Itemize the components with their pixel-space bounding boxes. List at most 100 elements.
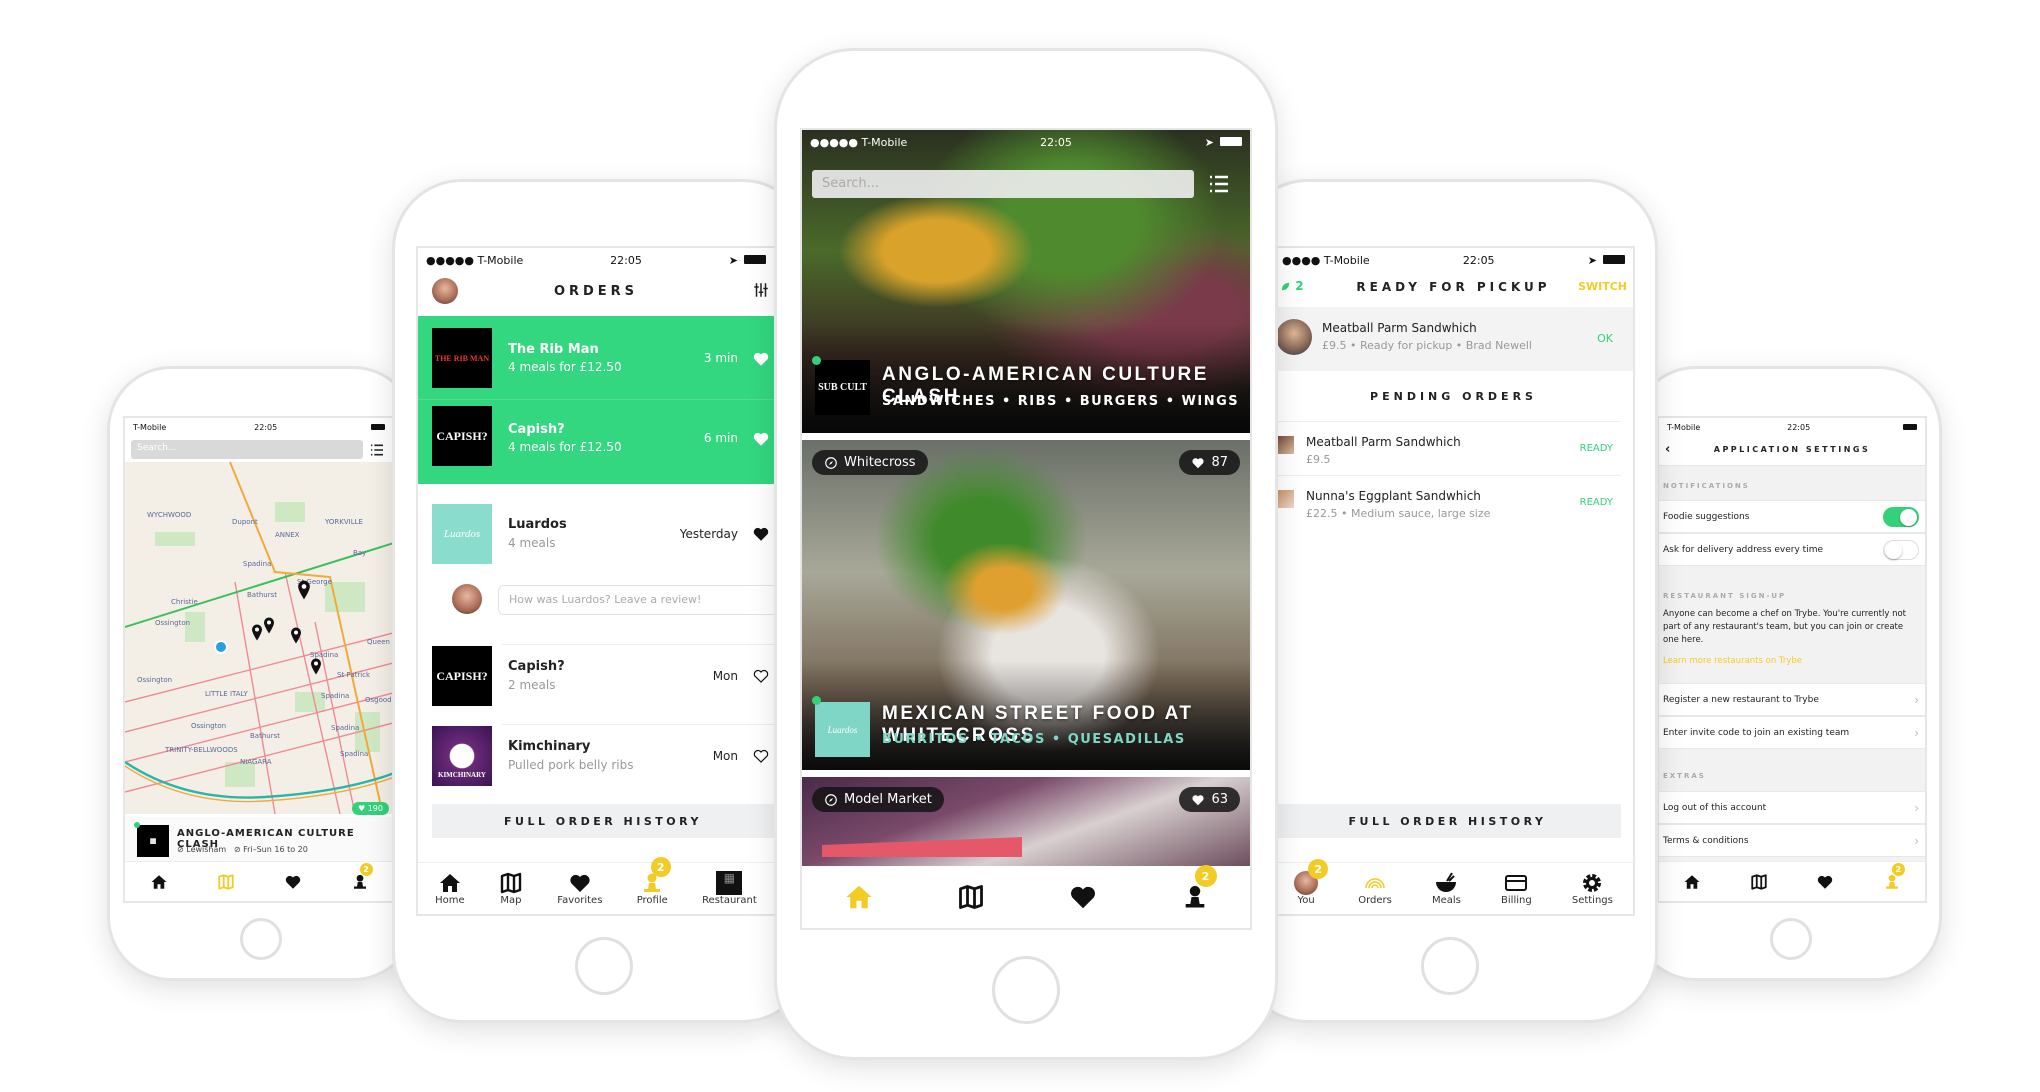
order-row[interactable]: KIMCHINARY Kimchinary Pulled pork belly … bbox=[432, 724, 774, 786]
heart-icon[interactable] bbox=[752, 525, 770, 543]
battery-icon: ➤ bbox=[729, 254, 766, 267]
filter-icon[interactable] bbox=[752, 281, 770, 299]
tab-favorites[interactable] bbox=[1068, 882, 1098, 912]
clock: 22:05 bbox=[610, 254, 642, 267]
heart-outline-icon[interactable] bbox=[752, 747, 770, 765]
search-input[interactable]: Search... bbox=[131, 440, 363, 459]
tab-you[interactable]: You 2 bbox=[1294, 859, 1329, 906]
search-input[interactable]: Search... bbox=[812, 170, 1194, 198]
orders-screen: ●●●●● T-Mobile 22:05 ➤ ORDERS THE RIB MA… bbox=[416, 246, 776, 916]
orders-signal-icon bbox=[1363, 871, 1387, 895]
learn-more-link[interactable]: Learn more restaurants on Trybe bbox=[1663, 656, 1802, 666]
order-name: Luardos bbox=[508, 517, 567, 532]
order-name: Meatball Parm Sandwhich bbox=[1322, 321, 1477, 335]
tab-bar: 2 bbox=[802, 865, 1250, 928]
list-icon[interactable] bbox=[369, 442, 385, 458]
tab-favorites[interactable] bbox=[284, 873, 302, 891]
tab-orders[interactable]: Orders bbox=[1358, 871, 1392, 906]
tab-settings[interactable]: Settings bbox=[1572, 871, 1613, 906]
likes-badge[interactable]: 63 bbox=[1179, 787, 1240, 812]
tab-restaurant[interactable]: ▦ Restaurant bbox=[702, 871, 757, 906]
review-input[interactable]: How was Luardos? Leave a review! bbox=[498, 585, 774, 615]
pending-order-row[interactable]: Nunna's Eggplant Sandwhich £22.5 • Mediu… bbox=[1274, 476, 1621, 531]
restaurant-card[interactable]: Whitecross 87 Luardos MEXICAN STREET FOO… bbox=[802, 440, 1250, 770]
location-badge[interactable]: Whitecross bbox=[812, 450, 928, 475]
invite-code-row[interactable]: Enter invite code to join an existing te… bbox=[1659, 716, 1925, 749]
tab-profile[interactable]: 2 bbox=[351, 862, 373, 891]
notification-badge: 2 bbox=[1891, 862, 1905, 876]
full-order-history-button[interactable]: FULL ORDER HISTORY bbox=[432, 804, 774, 838]
restaurant-logo: CAPISH? bbox=[432, 646, 492, 706]
credit-card-icon bbox=[1504, 871, 1528, 895]
likes-badge[interactable]: 87 bbox=[1179, 450, 1240, 475]
restaurant-card[interactable]: Model Market 63 bbox=[802, 777, 1250, 869]
toggle-label: Foodie suggestions bbox=[1663, 511, 1750, 522]
tab-home[interactable] bbox=[150, 873, 168, 891]
order-row[interactable]: THE RIB MAN The Rib Man 4 meals for £12.… bbox=[418, 316, 774, 400]
order-row[interactable]: CAPISH? Capish? 2 meals Mon bbox=[432, 644, 774, 706]
tab-map[interactable] bbox=[1750, 873, 1768, 891]
tab-home[interactable]: Home bbox=[435, 871, 465, 906]
ready-order-row[interactable]: Meatball Parm Sandwhich £9.5 • Ready for… bbox=[1274, 307, 1633, 371]
tab-profile[interactable]: 2 bbox=[1181, 865, 1217, 911]
restaurant-logo: ▦ bbox=[137, 825, 169, 857]
delivery-address-toggle[interactable] bbox=[1883, 539, 1919, 560]
row-label: Terms & conditions bbox=[1663, 835, 1749, 846]
tab-map[interactable]: Map bbox=[499, 871, 523, 906]
register-restaurant-row[interactable]: Register a new restaurant to Trybe › bbox=[1659, 683, 1925, 716]
online-dot bbox=[812, 356, 821, 365]
logout-row[interactable]: Log out of this account › bbox=[1659, 791, 1925, 824]
home-button[interactable] bbox=[575, 937, 633, 995]
heart-icon[interactable] bbox=[752, 350, 770, 368]
ok-button[interactable]: OK bbox=[1597, 332, 1613, 345]
tab-profile[interactable]: 2 bbox=[1883, 862, 1905, 891]
map-label: St Patrick bbox=[337, 671, 371, 679]
order-name: Nunna's Eggplant Sandwhich bbox=[1306, 489, 1481, 503]
order-name: Meatball Parm Sandwhich bbox=[1306, 435, 1461, 449]
map-label: Spadina bbox=[321, 692, 349, 700]
card-tags: SANDWICHES • RIBS • BURGERS • WINGS bbox=[882, 394, 1240, 409]
customer-avatar bbox=[1276, 319, 1312, 355]
foodie-suggestions-toggle[interactable] bbox=[1883, 506, 1919, 527]
order-row[interactable]: Luardos Luardos 4 meals Yesterday bbox=[418, 503, 774, 565]
location-badge[interactable]: Model Market bbox=[812, 787, 944, 812]
tab-billing[interactable]: Billing bbox=[1501, 871, 1532, 906]
heart-outline-icon[interactable] bbox=[752, 667, 770, 685]
map-label: Ossington bbox=[155, 619, 190, 627]
pending-order-row[interactable]: Meatball Parm Sandwhich £9.5 READY bbox=[1274, 421, 1621, 476]
home-button[interactable] bbox=[992, 956, 1060, 1024]
tab-bar: You 2 Orders Meals Billing Settings bbox=[1274, 859, 1633, 914]
terms-row[interactable]: Terms & conditions › bbox=[1659, 824, 1925, 857]
map-view[interactable]: WYCHWOOD Dupont ANNEX YORKVILLE Spadina … bbox=[125, 462, 395, 814]
tab-home[interactable] bbox=[844, 882, 874, 912]
tab-favorites[interactable] bbox=[1816, 873, 1834, 891]
carrier: ●●●●● T-Mobile bbox=[426, 254, 524, 267]
tab-favorites[interactable]: Favorites bbox=[557, 871, 602, 906]
full-order-history-button[interactable]: FULL ORDER HISTORY bbox=[1274, 804, 1621, 838]
map-label: LITTLE ITALY bbox=[205, 690, 248, 698]
home-button[interactable] bbox=[1770, 918, 1812, 960]
pickup-screen: ●●●● T-Mobile 22:05 ➤ 2 READY FOR PICKUP… bbox=[1272, 246, 1635, 916]
map-label: Spadina bbox=[331, 724, 359, 732]
restaurant-logo: Luardos bbox=[815, 702, 870, 757]
heart-icon[interactable] bbox=[752, 430, 770, 448]
restaurant-logo: SUB CULT bbox=[815, 360, 870, 415]
order-name: Capish? bbox=[508, 422, 565, 437]
tab-meals[interactable]: Meals bbox=[1432, 871, 1461, 906]
order-detail: 4 meals bbox=[508, 536, 556, 550]
tab-bar: Home Map Favorites Profile 2 ▦ Restaurant bbox=[418, 857, 774, 914]
restaurant-logo: Luardos bbox=[432, 504, 492, 564]
map-label: Bay bbox=[353, 549, 366, 557]
home-button[interactable] bbox=[1421, 937, 1479, 995]
tab-home[interactable] bbox=[1683, 873, 1701, 891]
map-restaurant-card[interactable]: ▦ ANGLO-AMERICAN CULTURE CLASH ⊘ Lewisha… bbox=[125, 817, 393, 865]
list-icon[interactable] bbox=[1207, 172, 1231, 196]
home-button[interactable] bbox=[240, 918, 282, 960]
order-detail: £9.5 • Ready for pickup • Brad Newell bbox=[1322, 339, 1532, 352]
switch-button[interactable]: SWITCH bbox=[1578, 280, 1627, 293]
map-label: Christie bbox=[171, 598, 198, 606]
tab-map[interactable] bbox=[957, 883, 985, 911]
tab-profile[interactable]: Profile 2 bbox=[637, 857, 671, 906]
order-row[interactable]: CAPISH? Capish? 4 meals for £12.50 6 min bbox=[418, 400, 774, 484]
tab-map[interactable] bbox=[217, 873, 235, 891]
